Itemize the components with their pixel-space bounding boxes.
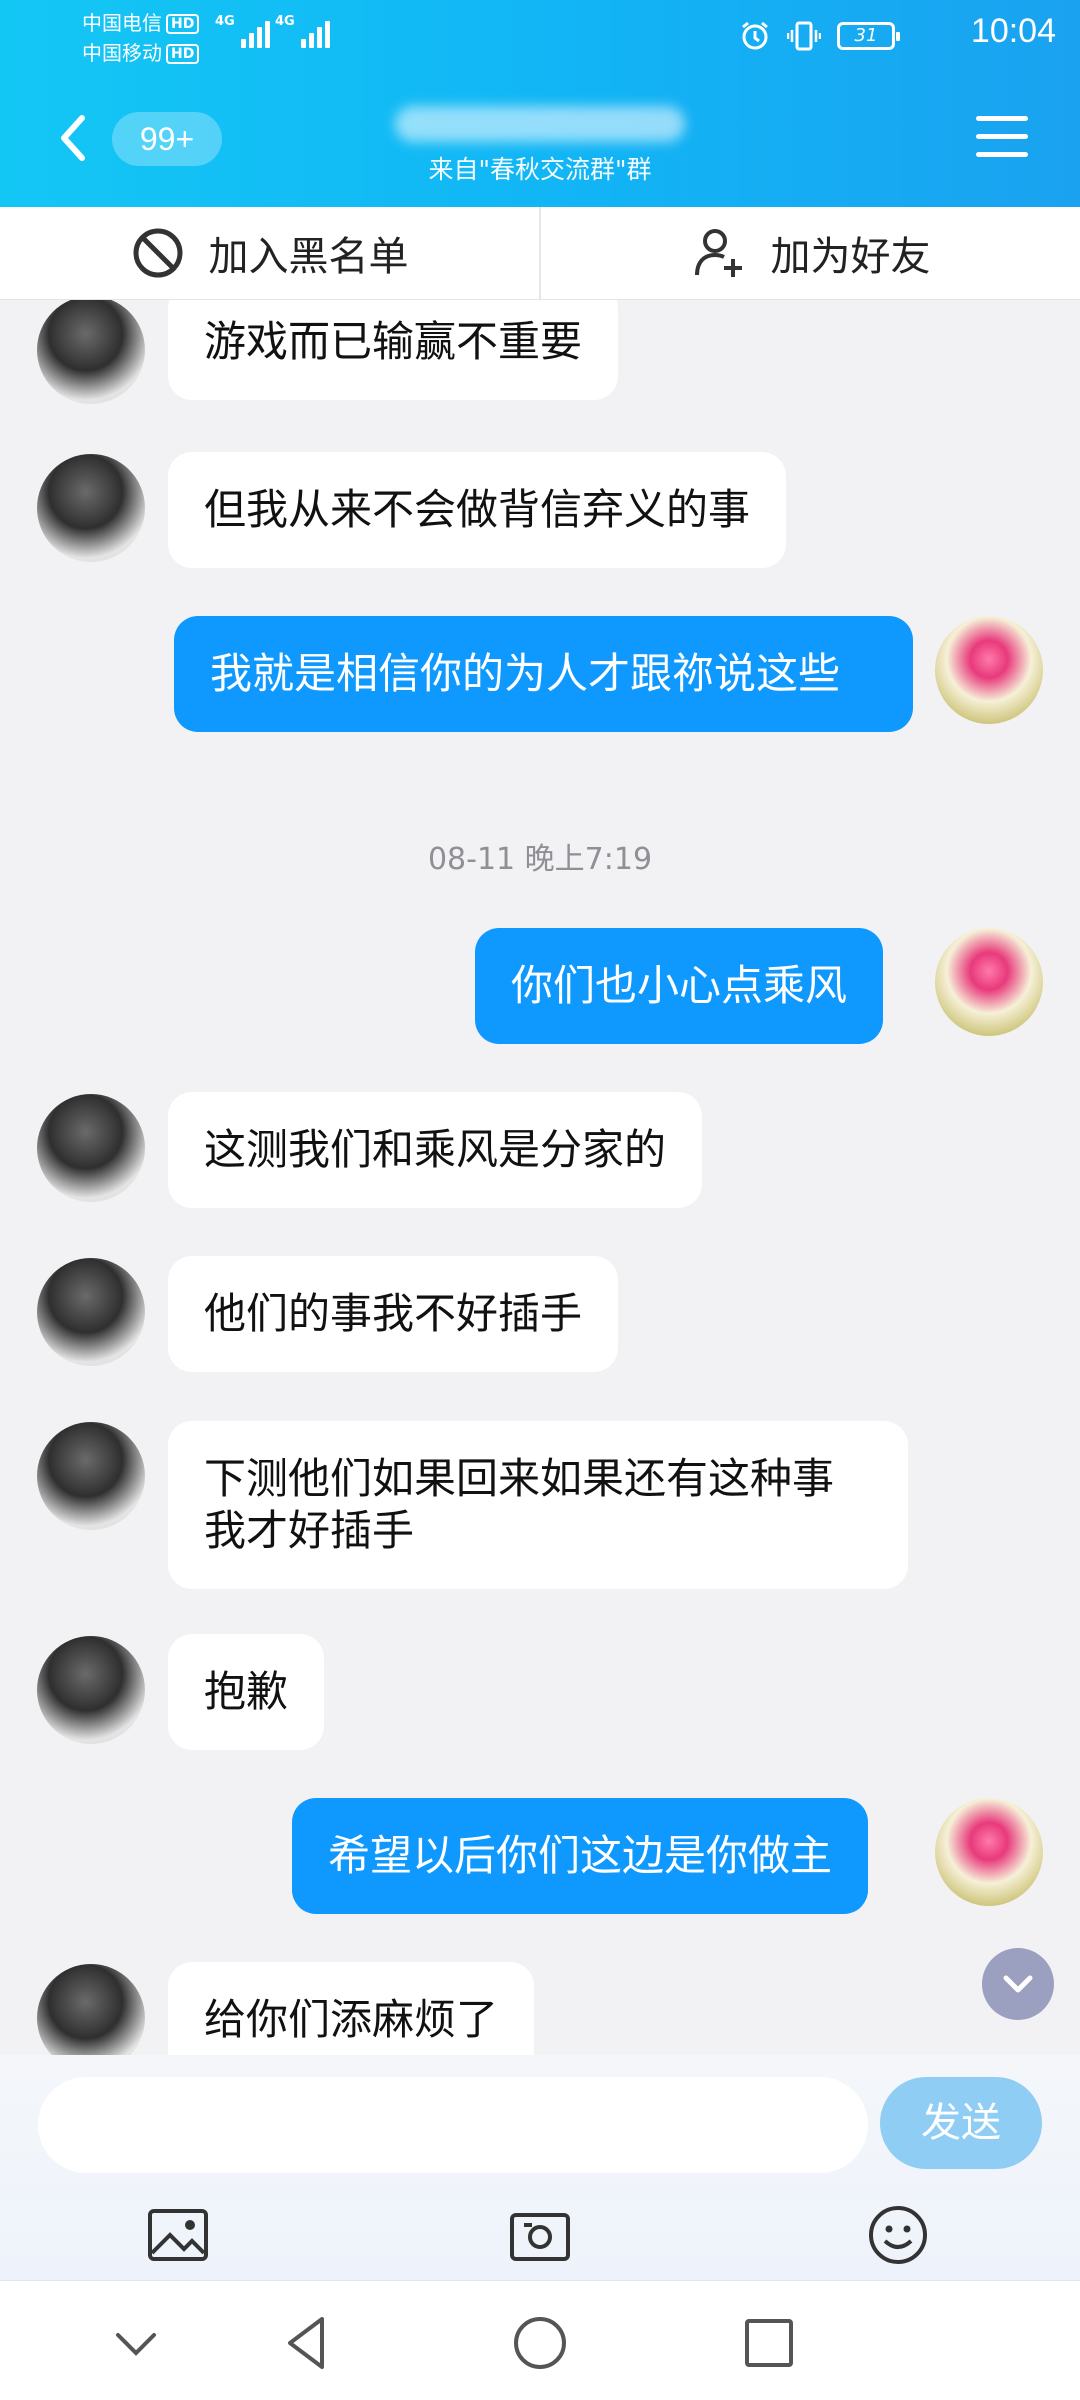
contact-avatar[interactable] <box>37 1964 145 2055</box>
message-bubble[interactable]: 下测他们如果回来如果还有这种事我才好插手 <box>168 1421 908 1589</box>
contact-avatar[interactable] <box>37 300 145 404</box>
message-bubble[interactable]: 你们也小心点乘风 <box>475 928 884 1044</box>
message-bubble[interactable]: 给你们添麻烦了 <box>168 1962 535 2055</box>
message-bubble[interactable]: 他们的事我不好插手 <box>168 1256 619 1372</box>
action-bar: 加入黑名单 加为好友 <box>0 207 1080 300</box>
scroll-to-bottom-button[interactable] <box>982 1948 1054 2020</box>
contact-avatar[interactable] <box>37 1258 145 1366</box>
hamburger-menu-icon[interactable] <box>976 116 1028 160</box>
add-person-icon <box>694 229 742 277</box>
camera-icon[interactable] <box>508 2203 572 2267</box>
add-friend-button[interactable]: 加为好友 <box>539 207 1080 299</box>
add-friend-label: 加为好友 <box>770 234 931 280</box>
nav-home-icon[interactable] <box>508 2311 572 2375</box>
system-nav-bar <box>0 2280 1080 2400</box>
clock: 10:04 <box>970 12 1056 50</box>
my-avatar[interactable] <box>935 928 1043 1036</box>
message-timestamp: 08-11 晚上7:19 <box>427 842 653 877</box>
message-bubble[interactable]: 游戏而已输赢不重要 <box>168 300 619 400</box>
nav-recent-icon[interactable] <box>737 2311 801 2375</box>
hd-badge: HD <box>166 14 200 34</box>
battery-icon: 31 <box>837 22 900 50</box>
carrier-info: 中国电信 HD 中国移动 HD <box>82 8 200 68</box>
nav-chevron-down-icon[interactable] <box>104 2311 168 2375</box>
block-button[interactable]: 加入黑名单 <box>0 207 539 299</box>
alarm-icon <box>742 21 768 50</box>
message-bubble[interactable]: 我就是相信你的为人才跟祢说这些 <box>174 616 913 732</box>
block-label: 加入黑名单 <box>208 234 409 280</box>
message-bubble[interactable]: 但我从来不会做背信弃义的事 <box>168 452 787 568</box>
hd-badge: HD <box>166 44 200 64</box>
contact-name-redacted <box>395 106 685 142</box>
emoji-icon[interactable] <box>866 2203 930 2267</box>
my-avatar[interactable] <box>935 1798 1043 1906</box>
message-bubble[interactable]: 希望以后你们这边是你做主 <box>292 1798 869 1914</box>
image-icon[interactable] <box>146 2203 210 2267</box>
chevron-down-icon <box>1003 1975 1033 1993</box>
my-avatar[interactable] <box>935 616 1043 724</box>
chat-subtitle: 来自"春秋交流群"群 <box>428 155 652 184</box>
send-button[interactable]: 发送 <box>880 2077 1042 2169</box>
nav-back-icon[interactable] <box>278 2311 342 2375</box>
carrier-2: 中国移动 <box>82 41 162 65</box>
contact-avatar[interactable] <box>37 454 145 562</box>
contact-avatar[interactable] <box>37 1422 145 1530</box>
message-bubble[interactable]: 这测我们和乘风是分家的 <box>168 1092 703 1208</box>
message-input[interactable] <box>38 2077 868 2173</box>
input-area: 发送 <box>0 2055 1080 2280</box>
status-bar: 中国电信 HD 中国移动 HD 4G 4G 31 10:04 <box>0 0 1080 72</box>
vibrate-icon <box>787 21 821 51</box>
block-icon <box>133 228 182 278</box>
signal-icon: 4G <box>275 14 330 48</box>
message-list[interactable]: 游戏而已输赢不重要 但我从来不会做背信弃义的事 我就是相信你的为人才跟祢说这些 … <box>0 300 1080 2055</box>
chat-header: 中国电信 HD 中国移动 HD 4G 4G 31 10:04 99+ 来自"春秋交流… <box>0 0 1080 207</box>
contact-avatar[interactable] <box>37 1094 145 1202</box>
signal-icon: 4G <box>215 14 270 48</box>
carrier-1: 中国电信 <box>82 11 162 35</box>
message-bubble[interactable]: 抱歉 <box>168 1634 325 1750</box>
contact-avatar[interactable] <box>37 1636 145 1744</box>
